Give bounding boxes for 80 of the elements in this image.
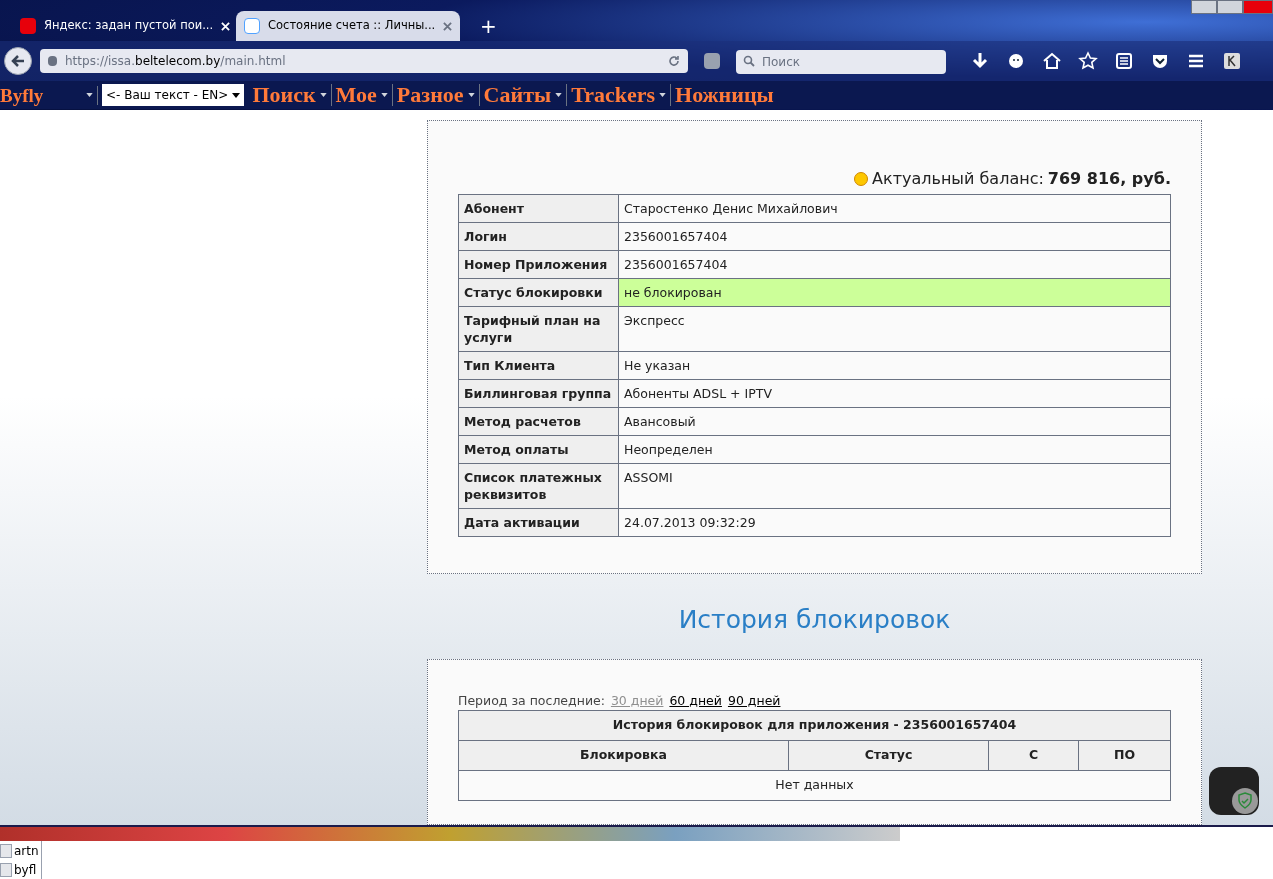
url-text: https://issa.beltelecom.by/main.html: [65, 53, 287, 70]
caret-icon: [380, 93, 388, 97]
desktop-item[interactable]: byfl: [14, 860, 37, 879]
favicon-icon: [20, 18, 36, 34]
home-icon[interactable]: [1042, 51, 1062, 71]
scroll-top-button[interactable]: [1209, 767, 1259, 815]
field-label: Тарифный план на услуги: [458, 306, 619, 352]
period-link[interactable]: 60 дней: [669, 691, 722, 711]
new-tab-button[interactable]: +: [472, 11, 505, 41]
field-value: не блокирован: [618, 278, 1171, 307]
address-bar[interactable]: https://issa.beltelecom.by/main.html: [40, 49, 688, 73]
field-label: Логин: [458, 222, 619, 251]
bookmark-link[interactable]: Мое: [335, 84, 377, 106]
field-value: Старостенко Денис Михайлович: [618, 194, 1171, 223]
back-arrow-icon: [11, 54, 25, 68]
field-value: 24.07.2013 09:32:29: [618, 508, 1171, 537]
file-icon: [0, 862, 12, 877]
shield-icon: [1232, 788, 1258, 814]
field-label: Дата активации: [458, 508, 619, 537]
bookmark-link[interactable]: Сайты: [483, 84, 552, 106]
field-label: Тип Клиента: [458, 351, 619, 380]
period-link[interactable]: 90 дней: [727, 691, 781, 711]
caret-icon: [555, 93, 563, 97]
reload-icon[interactable]: [668, 55, 680, 67]
field-value: 2356001657404: [618, 222, 1171, 251]
caret-icon: [86, 93, 93, 97]
field-label: Метод оплаты: [458, 435, 619, 464]
download-icon[interactable]: [970, 51, 990, 71]
search-field[interactable]: Поиск: [736, 50, 946, 74]
field-value: Неопределен: [618, 435, 1171, 464]
field-label: Список платежных реквизитов: [458, 463, 619, 509]
caret-icon: [319, 93, 327, 97]
smiley-icon[interactable]: [1006, 51, 1026, 71]
column-header: ПО: [1078, 740, 1171, 771]
maximize-button[interactable]: [1217, 0, 1243, 14]
browser-tab[interactable]: Состояние счета :: Личны...: [236, 11, 460, 41]
minimize-button[interactable]: [1191, 0, 1217, 14]
field-value: 2356001657404: [618, 250, 1171, 279]
coins-icon: [854, 172, 869, 186]
field-value: Абоненты ADSL + IPTV: [618, 379, 1171, 408]
file-icon: [0, 843, 12, 858]
column-header: Блокировка: [458, 740, 789, 771]
bookmark-link[interactable]: Trackers: [571, 84, 656, 106]
field-label: Абонент: [458, 194, 619, 223]
bookmark-link[interactable]: Byfly: [0, 85, 44, 105]
extension-icon[interactable]: [1222, 51, 1242, 71]
field-value: Авансовый: [618, 407, 1171, 436]
period-label: Период за последние:: [458, 691, 605, 710]
caret-icon: [467, 93, 475, 97]
caret-icon: [232, 92, 241, 98]
balance-label: Актуальный баланс:: [872, 168, 1044, 190]
bookmark-link[interactable]: Ножницы: [675, 84, 774, 106]
field-label: Метод расчетов: [458, 407, 619, 436]
field-value: ASSOMI: [618, 463, 1171, 509]
field-label: Номер Приложения: [458, 250, 619, 279]
bookmark-link[interactable]: Поиск: [252, 84, 316, 106]
favicon-icon: [244, 18, 260, 34]
section-heading: История блокировок: [677, 604, 952, 636]
field-value: Экспресс: [618, 306, 1171, 352]
text-select[interactable]: <- Ваш текст - EN>: [102, 84, 245, 106]
balance-value: 769 816, руб.: [1047, 168, 1171, 190]
reading-list-icon[interactable]: [1114, 51, 1134, 71]
field-label: Статус блокировки: [458, 278, 619, 307]
star-icon[interactable]: [1078, 51, 1098, 71]
lock-icon: [48, 56, 57, 66]
empty-message: Нет данных: [458, 770, 1171, 800]
tab-title: Состояние счета :: Личны...: [268, 17, 436, 35]
back-button[interactable]: [4, 47, 32, 75]
table-title: История блокировок для приложения - 2356001657404: [458, 710, 1171, 741]
column-header: Статус: [788, 740, 989, 771]
column-header: С: [988, 740, 1079, 771]
desktop-item[interactable]: artn: [14, 841, 39, 860]
field-value: Не указан: [618, 351, 1171, 380]
search-icon: [743, 55, 755, 67]
caret-icon: [659, 93, 667, 97]
blocked-plugin-icon[interactable]: [704, 53, 720, 69]
browser-tab[interactable]: Яндекс: задан пустой пои...: [12, 11, 236, 41]
tab-title: Яндекс: задан пустой пои...: [44, 17, 214, 35]
bookmark-link[interactable]: Разное: [396, 84, 464, 106]
field-label: Биллинговая группа: [458, 379, 619, 408]
